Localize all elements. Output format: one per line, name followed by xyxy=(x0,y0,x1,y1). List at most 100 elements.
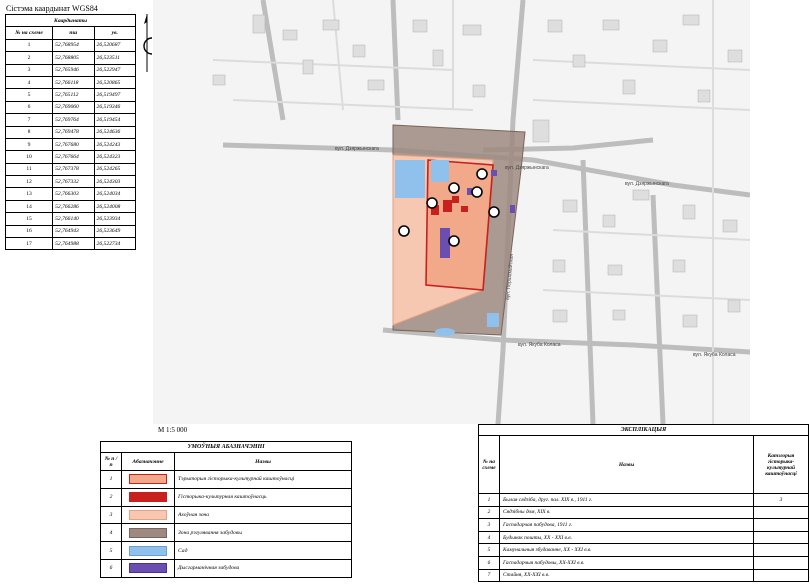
expl-number: 1 xyxy=(478,493,500,507)
coord-lon: 26,524034 xyxy=(93,187,137,201)
expl-number: 5 xyxy=(478,543,500,557)
coord-number: 15 xyxy=(4,212,54,226)
coord-lat: 52,766118 xyxy=(52,75,95,90)
explication-row: 3 Гаспадарчая пабудова, 1911 г. xyxy=(478,518,809,532)
coord-number: 5 xyxy=(4,88,54,102)
coord-lat: 52,768805 xyxy=(52,51,95,65)
table-row: 12 52,767332 26,524303 xyxy=(4,175,137,189)
coord-number: 6 xyxy=(4,100,54,115)
coord-lon: 26,519346 xyxy=(93,100,137,115)
expl-category xyxy=(753,568,809,583)
explication-caption: ЭКСПЛІКАЦЫЯ xyxy=(478,424,809,436)
legend-label: Зона рэгулявання забудовы xyxy=(174,523,352,543)
coord-lon: 26,522734 xyxy=(93,237,137,251)
coord-number: 17 xyxy=(4,237,54,251)
expl-category xyxy=(753,530,809,545)
legend-symbol-cell xyxy=(121,523,175,543)
heritage-building-2[interactable] xyxy=(452,196,459,203)
coordinates-caption: Каардынаты xyxy=(5,13,136,28)
legend-row: 4 Зона рэгулявання забудовы xyxy=(100,523,352,543)
expl-name: Будынак пошты, ХХ - ХХІ в.в. xyxy=(499,530,754,545)
coord-lon: 26,524323 xyxy=(93,150,137,164)
coord-lat: 52,767664 xyxy=(52,150,95,164)
table-row: 8 52,769478 26,524636 xyxy=(4,125,137,139)
street-label-yakuba-kolasa-1: вул. Якуба Коласа xyxy=(518,342,561,348)
coord-number: 4 xyxy=(4,75,54,90)
coord-lon: 26,524265 xyxy=(93,162,137,177)
coord-lon: 26,524008 xyxy=(93,199,137,214)
coord-number: 3 xyxy=(4,63,54,77)
map-view[interactable]: вул. Дзяржынскага вул. Дзяржынскага вул.… xyxy=(153,0,750,424)
garden-pond[interactable] xyxy=(487,313,499,327)
expl-number: 4 xyxy=(478,530,500,545)
coord-number: 10 xyxy=(4,150,54,164)
coord-number: 16 xyxy=(4,224,54,239)
coord-lon: 26,524243 xyxy=(93,137,137,152)
legend-label: Сад xyxy=(174,541,352,560)
coord-number: 14 xyxy=(4,199,54,214)
coord-lon: 26,519454 xyxy=(93,113,137,127)
coord-lat: 52,767680 xyxy=(52,137,95,152)
legend-table: УМОЎНЫЯ АБАЗНАЧЭННІ № п /п Абазначэнне Н… xyxy=(100,441,352,578)
garden-area-small[interactable] xyxy=(431,160,449,182)
legend-swatch xyxy=(129,492,167,503)
explication-row: 6 Гаспадарчыя пабудовы, ХХ-ХХІ в.в. xyxy=(478,555,809,570)
explication-row: 7 Стайня, ХХ-ХХІ в.в. xyxy=(478,568,809,583)
expl-number: 7 xyxy=(478,568,500,583)
expl-name: Сядзібны дом, ХІХ в. xyxy=(499,505,754,520)
coord-lat: 52,764988 xyxy=(52,237,95,251)
coord-lat: 52,764943 xyxy=(52,224,95,239)
coord-lat: 52,767378 xyxy=(52,162,95,177)
table-row: 6 52,769060 26,519346 xyxy=(4,100,137,115)
heritage-building-3[interactable] xyxy=(461,206,468,212)
disharmonious-building-3[interactable] xyxy=(491,170,497,176)
legend-number: 6 xyxy=(100,558,122,578)
legend-label: Тэрыторыя гісторыка-культурнай каштоўнас… xyxy=(174,470,352,489)
legend-row: 5 Сад xyxy=(100,541,352,560)
coord-number: 1 xyxy=(4,38,54,53)
expl-category xyxy=(753,555,809,570)
legend-symbol-cell xyxy=(121,470,175,489)
legend-symbol-cell xyxy=(121,541,175,560)
coord-lat: 52,768954 xyxy=(52,38,95,53)
legend-label: Ахоўная зона xyxy=(174,505,352,525)
coord-number: 8 xyxy=(4,125,54,139)
coord-number: 11 xyxy=(4,162,54,177)
table-row: 10 52,767664 26,524323 xyxy=(4,150,137,164)
expl-name: Гаспадарчая пабудова, 1911 г. xyxy=(499,518,754,532)
heritage-building-1[interactable] xyxy=(443,200,452,212)
garden-area[interactable] xyxy=(395,160,425,198)
legend-swatch xyxy=(129,527,167,538)
legend-header-number: № п /п xyxy=(100,452,122,471)
expl-header-number: № на схеме xyxy=(478,435,500,494)
disharmonious-building-1[interactable] xyxy=(440,228,450,258)
legend-label: Гісторыка-культурная каштоўнасць xyxy=(174,487,352,507)
table-row: 13 52,766303 26,524034 xyxy=(4,187,137,201)
coord-lat: 52,769764 xyxy=(52,113,95,127)
coord-lon: 26,520865 xyxy=(93,75,137,90)
coord-lon: 26,524636 xyxy=(93,125,137,139)
coord-lon: 26,523511 xyxy=(93,51,137,65)
street-label-dzyarzhynskaga-mid: вул. Дзяржынскага xyxy=(505,165,549,171)
legend-symbol-cell xyxy=(121,558,175,578)
disharmonious-building-4[interactable] xyxy=(510,205,515,213)
table-row: 7 52,769764 26,519454 xyxy=(4,113,137,127)
legend-row: 6 Дысгарманічная забудова xyxy=(100,558,352,578)
legend-number: 3 xyxy=(100,505,122,525)
legend-row: 3 Ахоўная зона xyxy=(100,505,352,525)
expl-category xyxy=(753,518,809,532)
coord-header-lon: ув. xyxy=(93,26,137,40)
street-label-dzyarzhynskaga-east: вул. Дзяржынскага xyxy=(625,181,669,187)
coord-header-number: № на схеме xyxy=(4,26,54,40)
expl-header-name: Назвы xyxy=(499,435,754,494)
table-row: 9 52,767680 26,524243 xyxy=(4,137,137,152)
table-row: 1 52,768954 26,520687 xyxy=(4,38,137,53)
map-scale: М 1:5 000 xyxy=(158,426,188,434)
explication-row: 2 Сядзібны дом, ХІХ в. xyxy=(478,505,809,520)
legend-swatch xyxy=(129,474,167,485)
expl-category: 3 xyxy=(753,493,809,507)
pond xyxy=(435,328,455,336)
coord-lat: 52,765946 xyxy=(52,63,95,77)
legend-swatch xyxy=(129,509,167,520)
expl-category xyxy=(753,543,809,557)
